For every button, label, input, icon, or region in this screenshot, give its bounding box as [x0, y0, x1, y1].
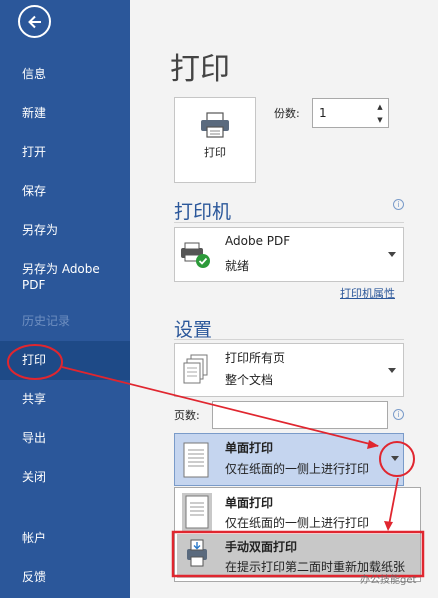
option-one-sided[interactable]: 单面打印 仅在纸面的一侧上进行打印 [177, 490, 420, 532]
nav-share[interactable]: 共享 [0, 391, 130, 407]
nav-history: 历史记录 [22, 314, 71, 328]
nav-open[interactable]: 打开 [0, 144, 130, 160]
all-pages-icon [183, 354, 208, 384]
nav-account[interactable]: 帐户 [0, 530, 130, 546]
print-pane: 打印 打印 份数: 1 ▲ ▼ 打印机 i Adobe PDF 就绪 打印机属性… [130, 0, 438, 598]
nav-new[interactable]: 新建 [0, 105, 130, 121]
printer-section-divider [174, 222, 404, 223]
printer-status: 就绪 [225, 259, 250, 273]
printer-properties-link[interactable]: 打印机属性 [340, 285, 395, 301]
pages-info-icon[interactable]: i [393, 409, 404, 420]
nav-info[interactable]: 信息 [0, 66, 130, 82]
stepper-up-icon[interactable]: ▲ [375, 102, 385, 112]
nav-feedback[interactable]: 反馈 [0, 569, 130, 585]
printer-icon [201, 112, 229, 138]
option-one-sided-subtitle: 仅在纸面的一侧上进行打印 [225, 516, 370, 530]
backstage-sidebar: 信息 新建 打开 保存 另存为 另存为 Adobe PDF 历史记录 打印 共享… [0, 0, 130, 598]
pages-label: 页数: [174, 409, 200, 422]
nav-print[interactable]: 打印 [0, 341, 130, 380]
printer-ready-icon [181, 242, 210, 268]
printer-section-title: 打印机 [174, 201, 232, 223]
one-sided-icon [183, 442, 209, 478]
printer-name: Adobe PDF [225, 234, 291, 248]
settings-section-title: 设置 [174, 319, 213, 341]
chevron-down-icon [388, 368, 396, 373]
stepper-down-icon[interactable]: ▼ [375, 115, 385, 125]
nav-save-as[interactable]: 另存为 [0, 222, 130, 238]
back-button[interactable] [18, 5, 51, 38]
duplex-title: 单面打印 [225, 441, 274, 455]
back-arrow-icon [28, 15, 41, 29]
print-range-title: 打印所有页 [225, 351, 286, 365]
pages-input[interactable] [212, 401, 388, 429]
watermark: 办公技能get [360, 575, 417, 586]
print-range-subtitle: 整个文档 [225, 373, 274, 387]
settings-section-divider [174, 339, 404, 340]
nav-save-as-adobe-pdf[interactable]: 另存为 Adobe PDF [0, 261, 110, 293]
nav-save[interactable]: 保存 [0, 183, 130, 199]
copies-label: 份数: [274, 107, 300, 120]
nav-close[interactable]: 关闭 [0, 469, 130, 485]
print-button[interactable]: 打印 [174, 97, 256, 183]
duplex-dropdown[interactable]: 单面打印 仅在纸面的一侧上进行打印 [174, 433, 404, 486]
printer-info-icon[interactable]: i [393, 199, 404, 210]
duplex-subtitle: 仅在纸面的一侧上进行打印 [225, 462, 370, 476]
print-button-label: 打印 [204, 146, 226, 159]
manual-duplex-icon [187, 539, 207, 567]
chevron-down-icon[interactable] [391, 456, 399, 461]
copies-stepper[interactable]: 1 ▲ ▼ [312, 98, 389, 128]
nav-export[interactable]: 导出 [0, 430, 130, 446]
duplex-options-menu: 单面打印 仅在纸面的一侧上进行打印 手动双面打印 在提示打印第二面时重新加载纸张 [174, 487, 421, 582]
option-manual-duplex-title: 手动双面打印 [225, 540, 298, 554]
chevron-down-icon [388, 252, 396, 257]
printer-dropdown[interactable]: Adobe PDF 就绪 [174, 227, 404, 282]
page-title: 打印 [170, 52, 230, 87]
one-sided-icon [182, 493, 212, 531]
copies-value: 1 [319, 106, 327, 120]
option-one-sided-title: 单面打印 [225, 496, 274, 510]
print-range-dropdown[interactable]: 打印所有页 整个文档 [174, 343, 404, 397]
